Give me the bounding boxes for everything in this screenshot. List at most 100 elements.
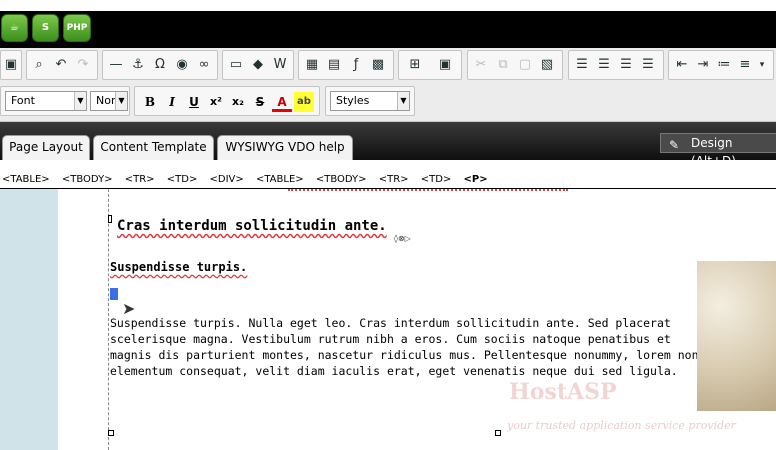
text-caret (110, 288, 118, 300)
globe-link-icon[interactable]: ◉ (172, 55, 192, 75)
design-mode-button[interactable]: ✎ Design (Alt+D) (660, 133, 776, 168)
tab-content-template[interactable]: Content Template (93, 135, 214, 160)
function-icon[interactable]: ƒ (346, 55, 366, 75)
tag-path-item[interactable]: <TBODY> (316, 174, 367, 185)
font-color-button[interactable]: A (272, 92, 292, 112)
copy-icon[interactable]: ⧉ (493, 55, 513, 75)
word-paste-icon[interactable]: W (270, 55, 290, 75)
chevron-down-icon: ▼ (397, 92, 409, 110)
toolbar-group-styles: Styles ▼ (325, 86, 415, 116)
tag-path-current[interactable]: <P> (464, 174, 488, 185)
align-center-icon[interactable]: ☰ (594, 55, 614, 75)
ordered-list-icon[interactable]: ≔ (714, 55, 734, 75)
toolbar-group-edit: ⌕ ↶ ↷ (26, 50, 98, 80)
film-icon[interactable]: ▩ (368, 55, 388, 75)
find-icon[interactable]: ⌕ (29, 55, 49, 75)
superscript-button[interactable]: x² (206, 92, 226, 112)
align-justify-icon[interactable]: ☰ (638, 55, 658, 75)
tab-wysiwyg-vdo-help[interactable]: WYSIWYG VDO help (217, 135, 353, 160)
content-heading: Cras interdum sollicitudin ante. (117, 218, 387, 234)
unordered-list-icon[interactable]: ≡ (735, 55, 755, 75)
design-mode-label: Design (Alt+D) (691, 136, 736, 168)
content-subheading: Suspendisse turpis. (110, 260, 248, 274)
tag-path-item[interactable]: <TBODY> (62, 174, 113, 185)
tag-path-item[interactable]: <TR> (125, 174, 155, 185)
unlink-icon[interactable]: ∞ (194, 55, 214, 75)
header-bar (0, 11, 776, 48)
list-dropdown-icon[interactable]: ▾ (755, 55, 769, 75)
anchor-marker-icon: ◊⊗▷ (394, 234, 411, 243)
tag-path-item[interactable]: <DIV> (210, 174, 244, 185)
calendar-icon[interactable]: ▦ (302, 55, 322, 75)
paste-icon[interactable]: ▢ (515, 55, 535, 75)
toolbar-group-media: ▭ ◆ W (222, 50, 294, 80)
toolbar-row-2: Font ▼ Norm ▼ B I U x² x₂ S A ab Styles … (0, 84, 776, 116)
tag-path-item[interactable]: <TD> (167, 174, 198, 185)
toolbar-group-align: ☰ ☰ ☰ ☰ (568, 50, 664, 80)
table-guide-line (108, 189, 109, 450)
font-select[interactable]: Font ▼ (5, 91, 87, 111)
strikethrough-button[interactable]: S (250, 92, 270, 112)
indent-icon[interactable]: ⇥ (693, 55, 713, 75)
editor-toolbar: ▣ ⌕ ↶ ↷ — ⚓ Ω ◉ ∞ ▭ ◆ W ▦ ▤ ƒ ▩ ⊞ ▣ ✂ ⧉ … (0, 48, 776, 122)
image-icon[interactable]: ▭ (226, 55, 246, 75)
toolbar-group-table: ⊞ ▣ (398, 50, 462, 80)
stone-image[interactable] (697, 261, 776, 411)
horizontal-rule-icon[interactable]: — (106, 55, 126, 75)
editor-canvas[interactable]: Cras interdum sollicitudin ante. ◊⊗▷ Sus… (0, 189, 776, 450)
toolbar-group-objects: ▦ ▤ ƒ ▩ (298, 50, 394, 80)
resize-handle[interactable] (495, 430, 501, 436)
toolbar-group-insert: — ⚓ Ω ◉ ∞ (102, 50, 218, 80)
tab-bar: Page Layout Content Template WYSIWYG VDO… (0, 122, 776, 168)
tag-path-item[interactable]: <TABLE> (2, 174, 50, 185)
resize-handle[interactable] (108, 430, 114, 436)
chevron-down-icon: ▼ (115, 92, 127, 110)
styles-select[interactable]: Styles ▼ (330, 91, 410, 111)
tag-path-breadcrumb: <TABLE> <TBODY> <TR> <TD> <DIV> <TABLE> … (0, 172, 776, 188)
left-column (0, 189, 58, 450)
paste-text-icon[interactable]: ▧ (537, 55, 557, 75)
tag-path-item[interactable]: <TD> (421, 174, 452, 185)
omega-icon[interactable]: Ω (150, 55, 170, 75)
undo-icon[interactable]: ↶ (51, 55, 71, 75)
table-icon[interactable]: ⊞ (405, 55, 425, 75)
tag-path-item[interactable]: <TABLE> (256, 174, 304, 185)
toolbar-group-clipboard: ✂ ⧉ ▢ ▧ (467, 50, 563, 80)
table-props-icon[interactable]: ▣ (435, 55, 455, 75)
php-app-icon[interactable]: PHP (63, 14, 91, 42)
s-app-icon[interactable]: S (32, 14, 59, 42)
spellcheck-underline (288, 189, 568, 192)
tab-page-layout[interactable]: Page Layout (2, 135, 90, 160)
align-left-icon[interactable]: ☰ (572, 55, 592, 75)
toolbar-row-1: ▣ ⌕ ↶ ↷ — ⚓ Ω ◉ ∞ ▭ ◆ W ▦ ▤ ƒ ▩ ⊞ ▣ ✂ ⧉ … (0, 48, 776, 80)
underline-button[interactable]: U (184, 92, 204, 112)
save-icon[interactable]: ▣ (1, 55, 21, 75)
bold-button[interactable]: B (140, 92, 160, 112)
styles-select-value: Styles (336, 94, 370, 107)
pencil-icon: ✎ (669, 138, 680, 152)
cut-icon[interactable]: ✂ (471, 55, 491, 75)
toolbar-group-font: Font ▼ Norm ▼ (0, 86, 130, 116)
anchor-icon[interactable]: ⚓ (128, 55, 148, 75)
watermark-tagline: your trusted application service provide… (507, 419, 736, 432)
document-icon[interactable]: ▤ (324, 55, 344, 75)
tag-path-item[interactable]: <TR> (379, 174, 409, 185)
size-select[interactable]: Norm ▼ (90, 91, 128, 111)
font-select-value: Font (11, 94, 35, 107)
chevron-down-icon: ▼ (74, 92, 86, 110)
toolbar-group-lists: ⇤ ⇥ ≔ ≡ ▾ (668, 50, 774, 80)
italic-button[interactable]: I (162, 92, 182, 112)
flash-diamond-icon[interactable]: ◆ (248, 55, 268, 75)
redo-icon[interactable]: ↷ (73, 55, 93, 75)
watermark-brand: HostASP (509, 379, 617, 405)
toolbar-group-format: B I U x² x₂ S A ab (134, 86, 320, 116)
subscript-button[interactable]: x₂ (228, 92, 248, 112)
align-right-icon[interactable]: ☰ (616, 55, 636, 75)
coffee-app-icon[interactable]: ☕ (1, 14, 28, 42)
resize-handle[interactable] (108, 215, 112, 223)
toolbar-group-file: ▣ (0, 50, 22, 80)
outdent-icon[interactable]: ⇤ (672, 55, 692, 75)
app-header: ☕ S PHP (0, 0, 776, 48)
content-paragraph: Suspendisse turpis. Nulla eget leo. Cras… (110, 316, 699, 378)
highlight-button[interactable]: ab (294, 92, 314, 112)
